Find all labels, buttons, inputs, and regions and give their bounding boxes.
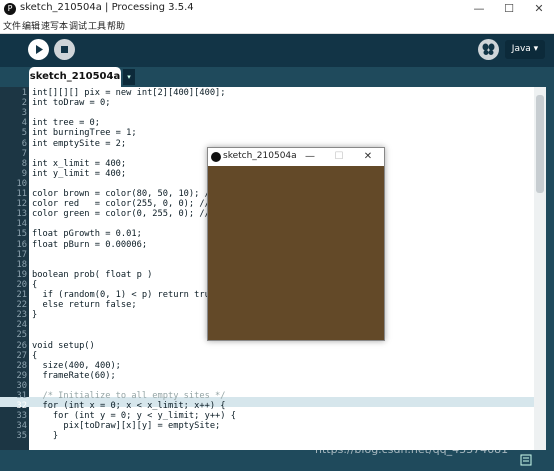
line-number: 15 bbox=[16, 229, 27, 240]
processing-icon bbox=[211, 152, 221, 162]
butterfly-icon bbox=[482, 43, 495, 55]
menu-debug[interactable]: 调试 bbox=[69, 19, 87, 32]
stop-icon bbox=[61, 46, 68, 53]
code-line: int y_limit = 400; bbox=[32, 168, 127, 179]
line-number: 19 bbox=[16, 269, 27, 280]
sketch-close-button[interactable]: ✕ bbox=[358, 149, 378, 165]
menu-help[interactable]: 帮助 bbox=[107, 19, 125, 32]
code-line: { bbox=[32, 279, 38, 290]
code-line: size(400, 400); bbox=[32, 360, 121, 371]
sketch-title-bar: sketch_210504a — ☐ ✕ bbox=[208, 148, 384, 166]
line-number: 34 bbox=[16, 421, 27, 432]
processing-icon: P bbox=[4, 3, 16, 15]
sketch-window: sketch_210504a — ☐ ✕ bbox=[207, 147, 385, 341]
code-line: void setup() bbox=[32, 340, 95, 351]
sketch-minimize-button[interactable]: — bbox=[300, 149, 320, 165]
code-line: for (int x = 0; x < x_limit; x++) { bbox=[32, 401, 226, 412]
code-line: } bbox=[32, 310, 38, 321]
line-number: 24 bbox=[16, 320, 27, 331]
watermark-text: https://blog.csdn.net/qq_43374681 bbox=[315, 443, 509, 456]
code-line: float pBurn = 0.00006; bbox=[32, 239, 148, 250]
line-number: 17 bbox=[16, 249, 27, 260]
code-line: /* Initialize to all empty sites */ bbox=[32, 391, 226, 401]
code-line: int tree = 0; bbox=[32, 118, 100, 129]
line-number: 10 bbox=[16, 178, 27, 189]
window-title: sketch_210504a | Processing 3.5.4 bbox=[20, 2, 194, 13]
line-number: 22 bbox=[16, 300, 27, 311]
code-line: color brown = color(80, 50, 10); // b bbox=[32, 189, 226, 199]
code-line: color red = color(255, 0, 0); // re bbox=[32, 199, 226, 210]
code-line: float pGrowth = 0.01; bbox=[32, 229, 142, 240]
line-number: 6 bbox=[21, 138, 27, 149]
close-button[interactable]: ✕ bbox=[524, 0, 554, 18]
sketch-window-title: sketch_210504a bbox=[223, 151, 297, 161]
sketch-maximize-button[interactable]: ☐ bbox=[329, 149, 349, 165]
menu-tools[interactable]: 工具 bbox=[88, 19, 106, 32]
menu-sketch[interactable]: 速写本 bbox=[41, 19, 68, 32]
line-number: 16 bbox=[16, 239, 27, 250]
code-line: color green = color(0, 255, 0); // gr bbox=[32, 209, 226, 220]
console-icon[interactable] bbox=[520, 454, 532, 466]
code-line: int emptySite = 2; bbox=[32, 138, 127, 149]
maximize-button[interactable]: ☐ bbox=[494, 0, 524, 18]
line-number: 31 bbox=[16, 391, 27, 401]
line-number: 21 bbox=[16, 290, 27, 300]
line-number: 13 bbox=[16, 209, 27, 220]
code-line: } bbox=[32, 431, 59, 442]
code-line: int burningTree = 1; bbox=[32, 128, 137, 139]
menu-edit[interactable]: 编辑 bbox=[22, 19, 40, 32]
line-number: 7 bbox=[21, 148, 27, 159]
minimize-button[interactable]: — bbox=[464, 0, 494, 18]
code-line: for (int y = 0; y < y_limit; y++) { bbox=[32, 411, 236, 422]
line-number: 29 bbox=[16, 370, 27, 381]
line-number: 12 bbox=[16, 199, 27, 210]
line-number: 28 bbox=[16, 360, 27, 371]
line-number: 26 bbox=[16, 340, 27, 351]
line-number: 35 bbox=[16, 431, 27, 442]
line-number: 25 bbox=[16, 330, 27, 341]
line-number: 27 bbox=[16, 350, 27, 361]
line-number: 5 bbox=[21, 128, 27, 139]
line-number: 9 bbox=[21, 168, 27, 179]
tab-sketch[interactable]: sketch_210504a bbox=[29, 67, 121, 87]
line-number: 4 bbox=[21, 118, 27, 129]
code-line: frameRate(60); bbox=[32, 370, 116, 381]
stop-button[interactable] bbox=[54, 39, 75, 60]
line-number: 2 bbox=[21, 98, 27, 109]
line-number: 30 bbox=[16, 380, 27, 391]
menu-bar: 文件 编辑 速写本 调试 工具 帮助 bbox=[0, 18, 554, 34]
scrollbar-thumb[interactable] bbox=[536, 95, 544, 193]
code-line: pix[toDraw][x][y] = emptySite; bbox=[32, 421, 221, 432]
line-number: 33 bbox=[16, 411, 27, 422]
debug-button[interactable] bbox=[478, 39, 499, 60]
mode-selector[interactable]: Java ▾ bbox=[505, 40, 545, 59]
line-number: 18 bbox=[16, 259, 27, 270]
run-button[interactable] bbox=[28, 39, 49, 60]
title-bar: P sketch_210504a | Processing 3.5.4 — ☐ … bbox=[0, 0, 554, 18]
line-number: 1 bbox=[21, 88, 27, 98]
tab-menu-button[interactable]: ▾ bbox=[123, 69, 135, 85]
sketch-canvas[interactable] bbox=[208, 166, 384, 340]
code-line: if (random(0, 1) < p) return true; bbox=[32, 290, 221, 300]
code-line: int[][][] pix = new int[2][400][400]; bbox=[32, 88, 226, 98]
code-line: boolean prob( float p ) bbox=[32, 269, 153, 280]
line-number: 3 bbox=[21, 108, 27, 119]
line-number: 32 bbox=[16, 401, 27, 412]
line-number: 23 bbox=[16, 310, 27, 321]
code-line: int toDraw = 0; bbox=[32, 98, 111, 109]
code-line: else return false; bbox=[32, 300, 137, 311]
code-line: int x_limit = 400; bbox=[32, 158, 127, 169]
code-line: { bbox=[32, 350, 38, 361]
line-number: 20 bbox=[16, 279, 27, 290]
line-number: 11 bbox=[16, 189, 27, 199]
play-icon bbox=[36, 45, 43, 54]
menu-file[interactable]: 文件 bbox=[3, 19, 21, 32]
toolbar bbox=[0, 34, 554, 67]
line-number: 8 bbox=[21, 158, 27, 169]
line-number: 14 bbox=[16, 219, 27, 230]
